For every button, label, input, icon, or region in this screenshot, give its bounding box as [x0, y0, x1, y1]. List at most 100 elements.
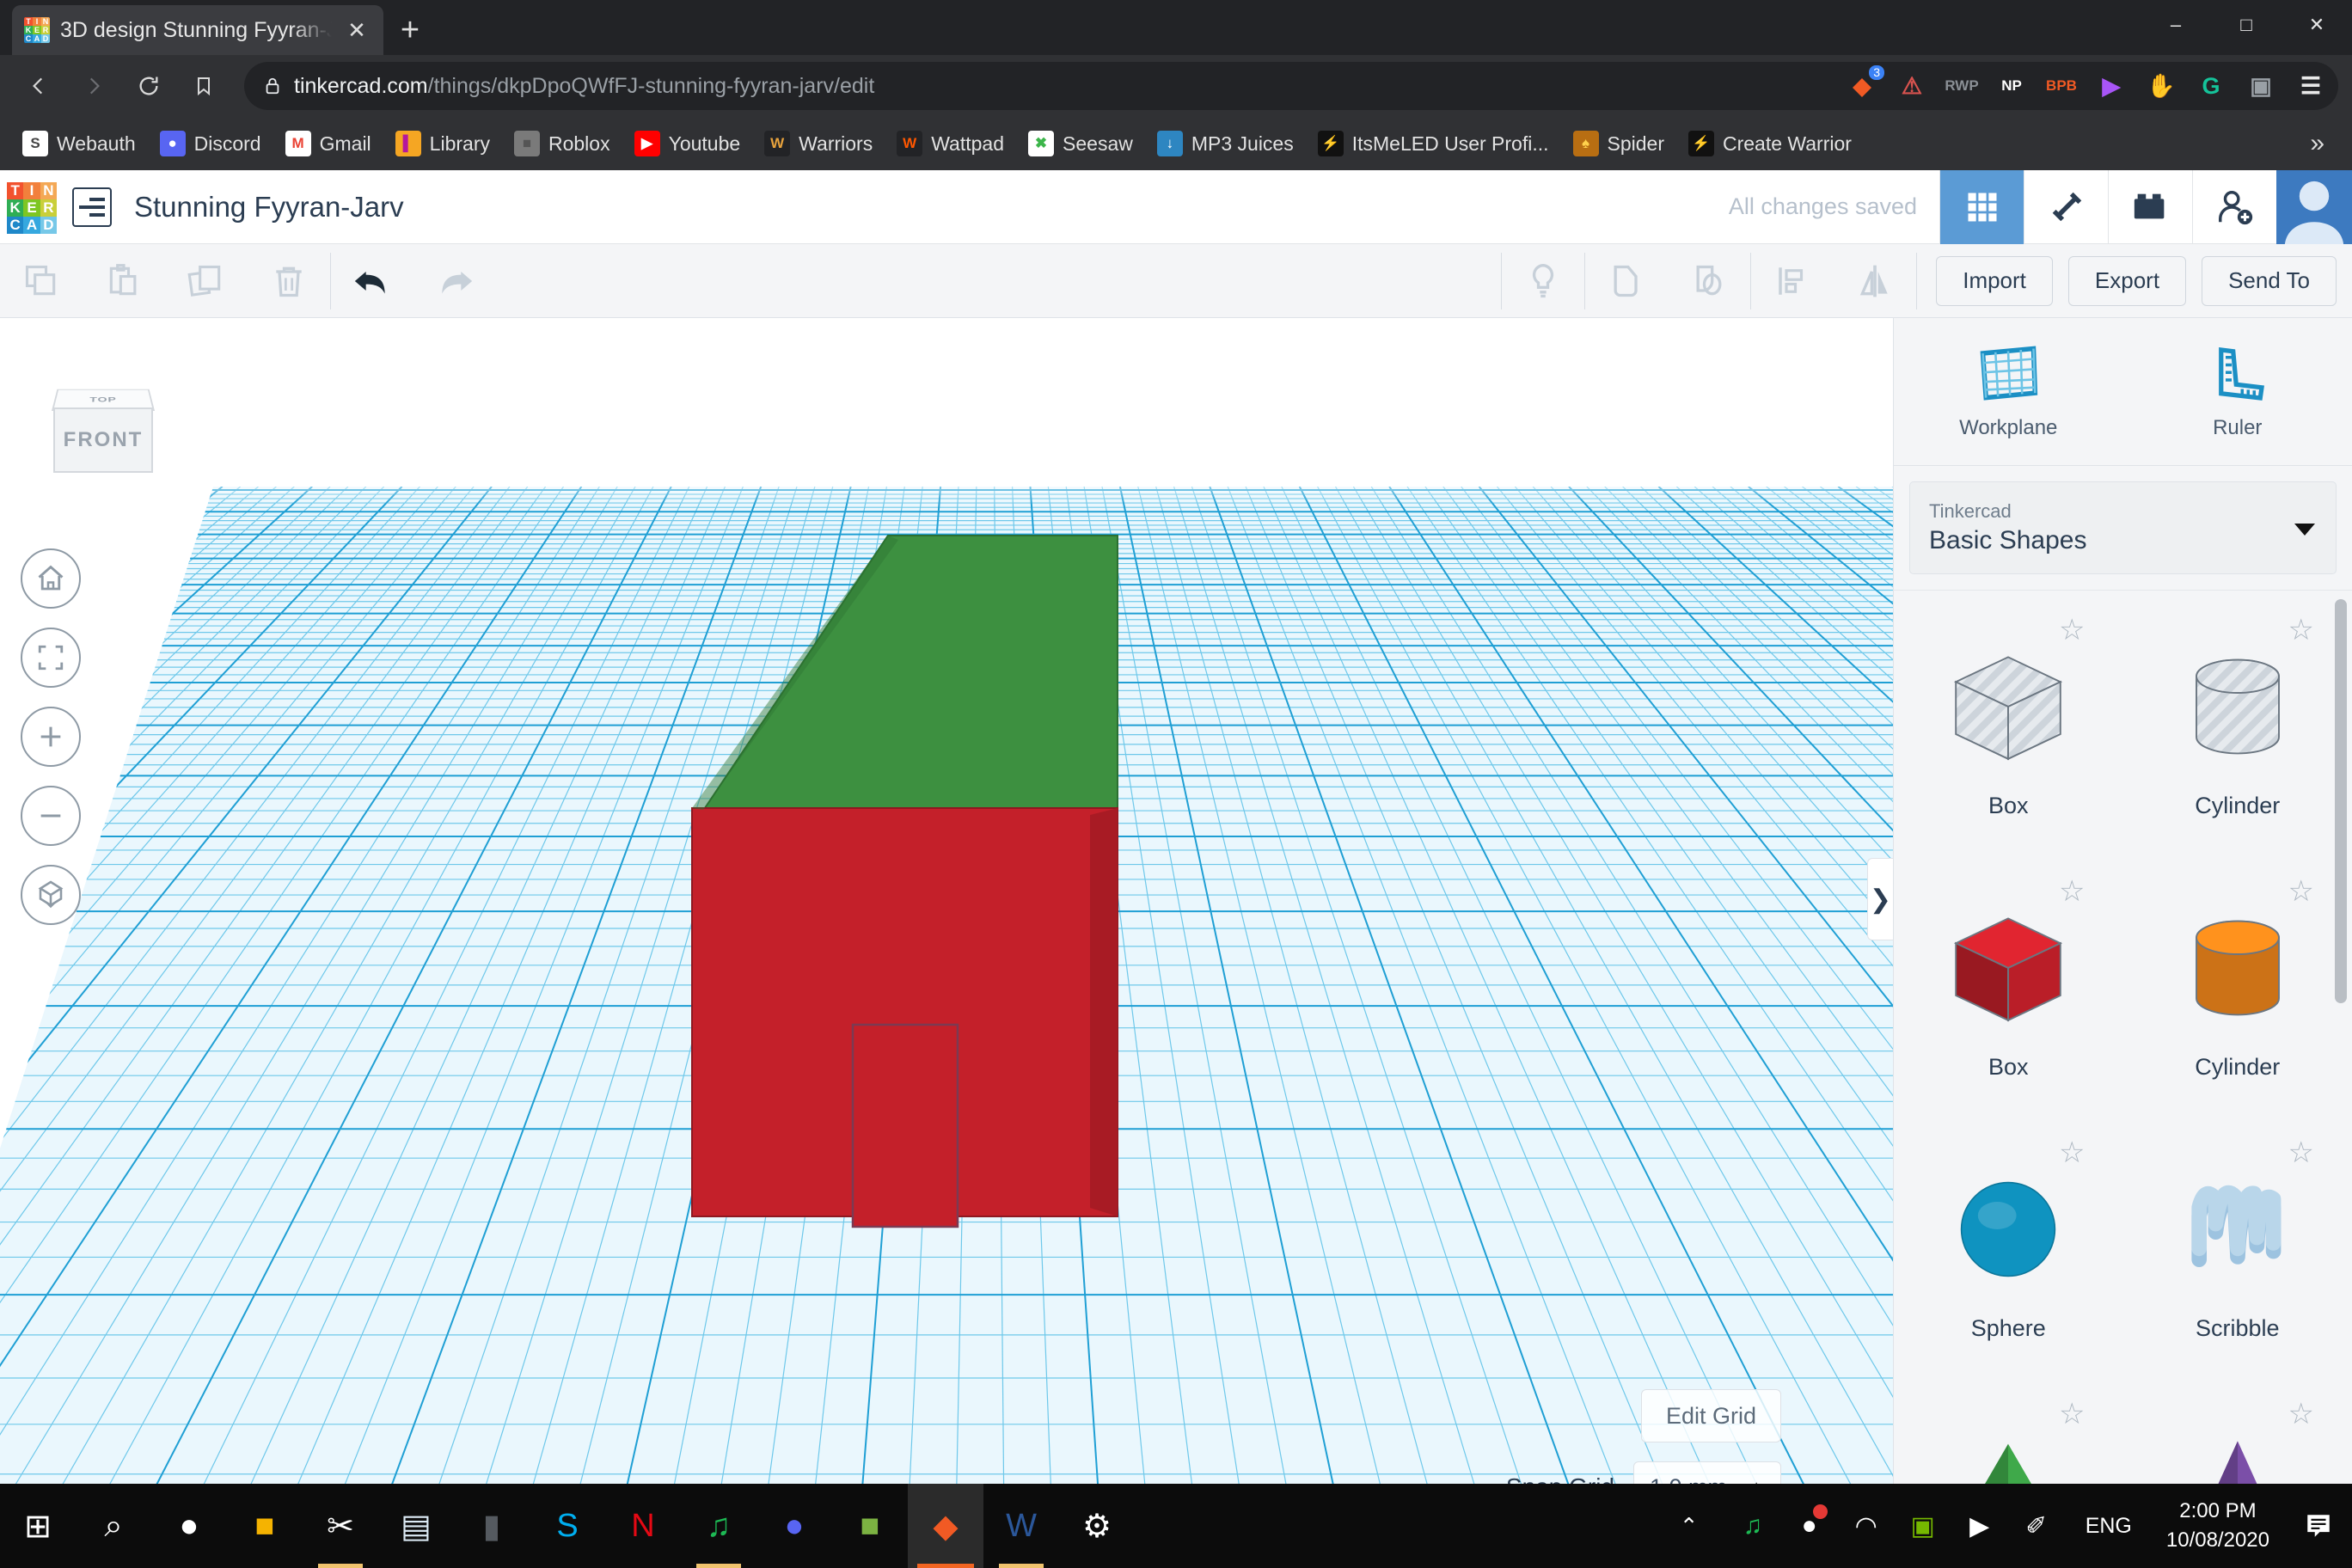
- settings-button[interactable]: ⚙: [1059, 1484, 1135, 1568]
- shape-grid[interactable]: ☆ Box ☆ Cylinder ☆ Box ☆ Cylinder ☆ Sphere ☆ Scribb…: [1894, 590, 2352, 1522]
- discord-tray-icon[interactable]: ●: [1781, 1484, 1838, 1568]
- bookmark-mp3-juices[interactable]: ↓ MP3 Juices: [1147, 126, 1304, 162]
- zoom-out-button[interactable]: [21, 786, 81, 846]
- workplane-tool[interactable]: Workplane: [1894, 318, 2123, 465]
- bookmark-this-page-icon[interactable]: [179, 61, 229, 111]
- paste-button[interactable]: [83, 244, 165, 318]
- browser-tab[interactable]: TINKERCAD 3D design Stunning Fyyran-Jarv…: [12, 5, 383, 55]
- perspective-toggle-button[interactable]: [21, 865, 81, 925]
- mirror-button[interactable]: [1834, 244, 1916, 318]
- bpb-extension-icon[interactable]: BPB: [2043, 67, 2080, 105]
- notes-button[interactable]: [1502, 244, 1584, 318]
- delete-button[interactable]: [248, 244, 330, 318]
- address-bar[interactable]: tinkercad.com/things/dkpDpoQWfFJ-stunnin…: [244, 62, 2338, 110]
- bookmarks-overflow-button[interactable]: »: [2294, 129, 2340, 158]
- shape-item-hole-cylinder[interactable]: ☆ Cylinder: [2123, 591, 2352, 852]
- action-center-button[interactable]: [2290, 1484, 2347, 1568]
- nvidia-icon[interactable]: ▣: [1895, 1484, 1951, 1568]
- bookmark-library[interactable]: ▌ Library: [385, 126, 500, 162]
- minecraft-button[interactable]: ■: [832, 1484, 908, 1568]
- list-menu-icon[interactable]: [72, 187, 112, 227]
- bookmark-youtube[interactable]: ▶ Youtube: [624, 126, 751, 162]
- file-explorer-button[interactable]: ■: [227, 1484, 303, 1568]
- start-button[interactable]: ⊞: [0, 1484, 76, 1568]
- duplicate-button[interactable]: [165, 244, 248, 318]
- netflix-button[interactable]: N: [605, 1484, 681, 1568]
- view-cube[interactable]: TOP FRONT: [45, 371, 163, 475]
- lastpass-icon[interactable]: ▣: [2242, 67, 2280, 105]
- zoom-in-button[interactable]: [21, 707, 81, 767]
- snip-sketch-button[interactable]: ✂: [303, 1484, 378, 1568]
- cortana-button[interactable]: ●: [151, 1484, 227, 1568]
- brave-rewards-icon[interactable]: ▶: [2092, 67, 2130, 105]
- import-button[interactable]: Import: [1936, 255, 2053, 306]
- close-window-button[interactable]: ✕: [2282, 0, 2352, 50]
- align-button[interactable]: [1751, 244, 1834, 318]
- mouse-settings-button[interactable]: ▮: [454, 1484, 530, 1568]
- warning-triangle-icon[interactable]: ⚠: [1893, 67, 1931, 105]
- bookmark-warriors[interactable]: W Warriors: [754, 126, 883, 162]
- skype-button[interactable]: S: [530, 1484, 605, 1568]
- user-avatar[interactable]: [2276, 169, 2352, 244]
- grammarly-icon[interactable]: G: [2192, 67, 2230, 105]
- invite-people-button[interactable]: [2192, 169, 2276, 244]
- show-hidden-icons-button[interactable]: ⌃: [1661, 1484, 1718, 1568]
- bookmark-roblox[interactable]: ■ Roblox: [504, 126, 621, 162]
- tinkercad-logo[interactable]: TINKERCAD: [7, 181, 57, 234]
- back-icon[interactable]: [14, 61, 64, 111]
- sticky-notes-button[interactable]: ▤: [378, 1484, 454, 1568]
- blocks-button[interactable]: [2108, 169, 2192, 244]
- redo-button[interactable]: [413, 244, 496, 318]
- grid-view-button[interactable]: [1939, 169, 2024, 244]
- home-view-button[interactable]: [21, 548, 81, 609]
- export-button[interactable]: Export: [2067, 255, 2187, 306]
- minimize-button[interactable]: –: [2141, 0, 2211, 50]
- volume-icon[interactable]: ▶: [1951, 1484, 2008, 1568]
- maximize-button[interactable]: □: [2211, 0, 2282, 50]
- clock[interactable]: 2:00 PM 10/08/2020: [2153, 1497, 2283, 1555]
- ungroup-button[interactable]: [1668, 244, 1750, 318]
- group-button[interactable]: [1585, 244, 1668, 318]
- search-button[interactable]: ⌕: [76, 1484, 151, 1568]
- bookmark-seesaw[interactable]: ✖ Seesaw: [1018, 126, 1143, 162]
- language-indicator[interactable]: ENG: [2072, 1514, 2146, 1539]
- bookmark-discord[interactable]: ● Discord: [150, 126, 272, 162]
- discord-button[interactable]: ●: [756, 1484, 832, 1568]
- ruler-tool[interactable]: Ruler: [2123, 318, 2352, 465]
- spotify-tray-icon[interactable]: ♫: [1724, 1484, 1781, 1568]
- shape-library-dropdown[interactable]: Tinkercad Basic Shapes: [1909, 481, 2337, 574]
- 3d-canvas[interactable]: TOP FRONT Edit Grid ❯: [0, 318, 1893, 1522]
- shape-item-hole-box[interactable]: ☆ Box: [1894, 591, 2123, 852]
- collapse-panel-button[interactable]: ❯: [1867, 858, 1893, 940]
- reload-icon[interactable]: [124, 61, 174, 111]
- brave-browser-button[interactable]: ◆: [908, 1484, 983, 1568]
- hand-extension-icon[interactable]: ✋: [2142, 67, 2180, 105]
- bookmark-create-warrior[interactable]: ⚡ Create Warrior: [1678, 126, 1862, 162]
- design-title[interactable]: Stunning Fyyran-Jarv: [134, 191, 404, 224]
- rwp-extension-icon[interactable]: RWP: [1943, 67, 1981, 105]
- pen-icon[interactable]: ✐: [2008, 1484, 2065, 1568]
- shape-item-scribble[interactable]: ☆ Scribble: [2123, 1113, 2352, 1375]
- close-tab-icon[interactable]: ✕: [342, 17, 371, 44]
- send-to-button[interactable]: Send To: [2202, 255, 2337, 306]
- browser-menu-icon[interactable]: ☰: [2292, 67, 2330, 105]
- wifi-icon[interactable]: ◠: [1838, 1484, 1895, 1568]
- bookmark-gmail[interactable]: M Gmail: [275, 126, 382, 162]
- new-tab-button[interactable]: +: [383, 5, 437, 55]
- bookmark-spider[interactable]: ♠ Spider: [1563, 126, 1675, 162]
- np-extension-icon[interactable]: NP: [1993, 67, 2030, 105]
- shape-item-solid-box[interactable]: ☆ Box: [1894, 852, 2123, 1113]
- panel-scrollbar[interactable]: [2335, 599, 2347, 1003]
- brave-shields-icon[interactable]: ◆ 3: [1843, 65, 1884, 105]
- bookmark-itsmeled-user-profi[interactable]: ⚡ ItsMeLED User Profi...: [1308, 126, 1559, 162]
- spotify-button[interactable]: ♫: [681, 1484, 756, 1568]
- undo-button[interactable]: [331, 244, 413, 318]
- view-cube-front-face[interactable]: FRONT: [53, 407, 153, 473]
- forward-icon[interactable]: [69, 61, 119, 111]
- minecraft-pickaxe-button[interactable]: [2024, 169, 2108, 244]
- copy-button[interactable]: [0, 244, 83, 318]
- edit-grid-button[interactable]: Edit Grid: [1640, 1389, 1781, 1442]
- shape-item-sphere[interactable]: ☆ Sphere: [1894, 1113, 2123, 1375]
- shape-item-solid-cylinder[interactable]: ☆ Cylinder: [2123, 852, 2352, 1113]
- word-button[interactable]: W: [983, 1484, 1059, 1568]
